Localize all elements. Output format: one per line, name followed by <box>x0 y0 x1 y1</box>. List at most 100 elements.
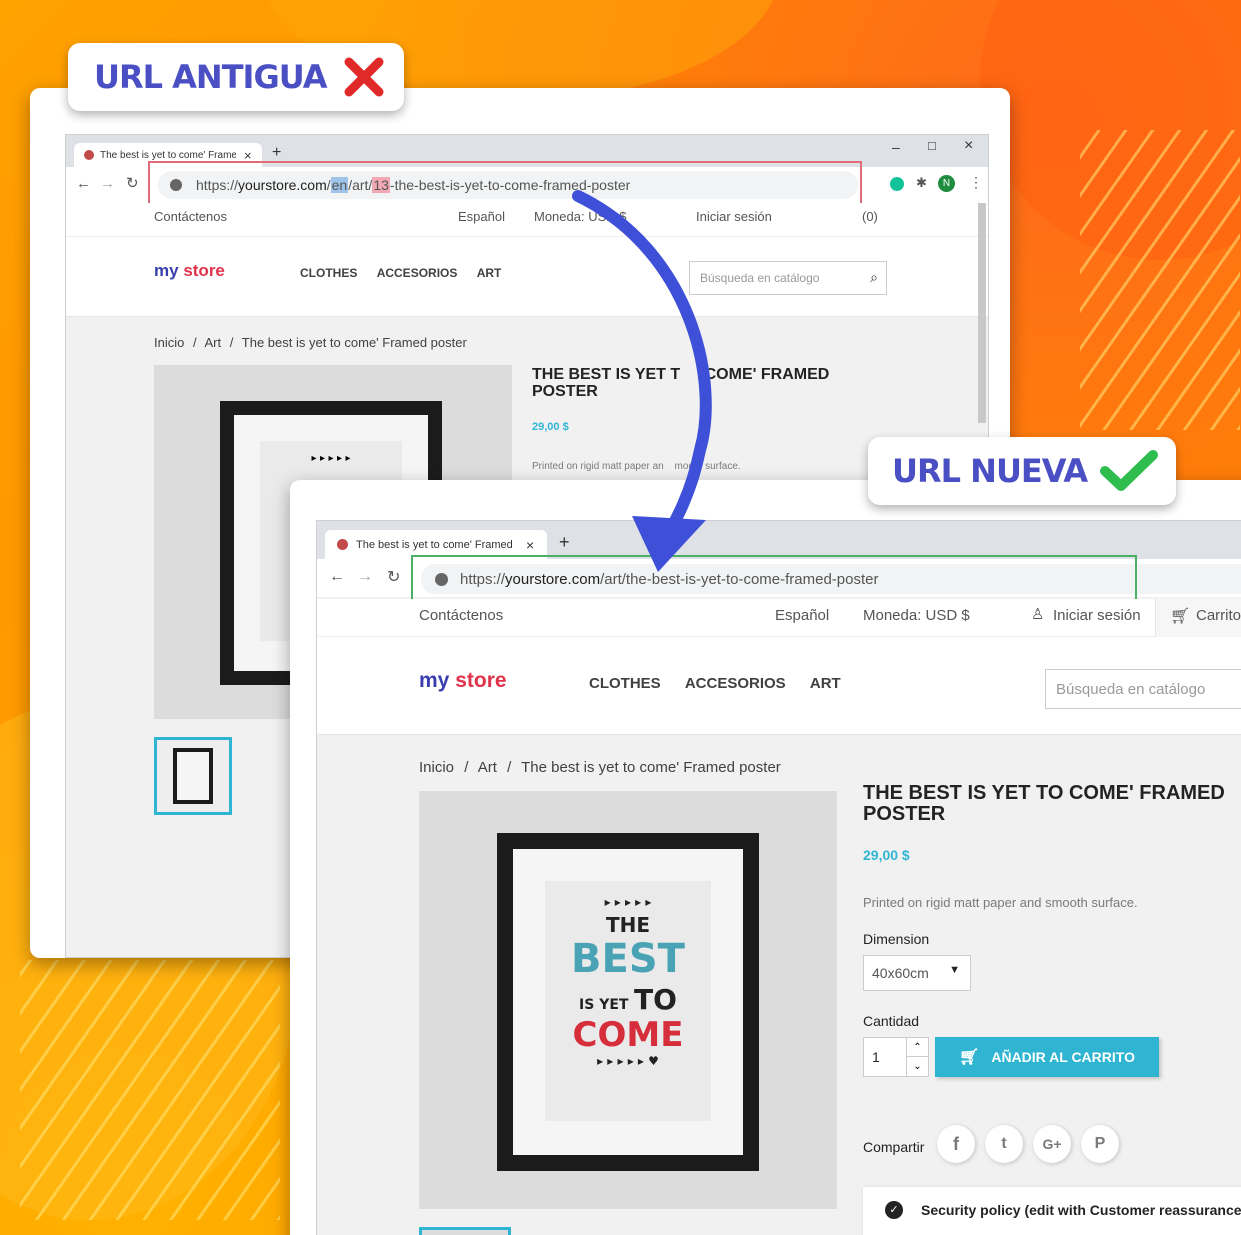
poster-isyet-to: IS YET TO <box>545 983 711 1016</box>
x-icon <box>344 57 384 97</box>
poster-art: ▸ ▸ ▸ ▸ ▸ THE BEST IS YET TO COME ▸ ▸ ▸ … <box>545 881 711 1121</box>
old-thumbnail[interactable] <box>154 737 232 815</box>
nav-art[interactable]: ART <box>810 675 841 692</box>
reload-icon[interactable]: ↻ <box>126 174 139 192</box>
cart-count[interactable]: (0) <box>862 209 878 224</box>
dimension-value: 40x60cm <box>872 965 929 981</box>
new-thumbnail[interactable] <box>419 1227 511 1235</box>
dimension-label: Dimension <box>863 931 930 947</box>
new-price: 29,00 $ <box>863 847 910 863</box>
shield-icon: ✓ <box>885 1201 903 1219</box>
signin-link[interactable]: Iniciar sesión <box>1053 607 1141 624</box>
crumb-sep: / <box>507 759 512 776</box>
old-url-label: URL ANTIGUA <box>68 43 404 111</box>
grammarly-icon <box>890 177 904 191</box>
close-window-button[interactable]: × <box>964 137 973 155</box>
crumb-product: The best is yet to come' Framed poster <box>241 335 467 350</box>
new-product-image[interactable]: ▸ ▸ ▸ ▸ ▸ THE BEST IS YET TO COME ▸ ▸ ▸ … <box>419 791 837 1209</box>
old-title-line2: POSTER <box>532 382 598 400</box>
quantity-value: 1 <box>872 1049 880 1065</box>
search-icon[interactable]: ⌕ <box>870 269 878 286</box>
add-to-cart-label: AÑADIR AL CARRITO <box>991 1049 1135 1065</box>
store-logo[interactable]: my store <box>419 669 507 693</box>
new-url-panel: The best is yet to come' Framed × + ← → … <box>290 480 1241 1235</box>
currency-select[interactable]: Moneda: USD $ <box>534 209 627 224</box>
frame-mat: ▸ ▸ ▸ ▸ ▸ THE BEST IS YET TO COME ▸ ▸ ▸ … <box>513 849 743 1155</box>
crumb-art[interactable]: Art <box>478 759 497 776</box>
language-select[interactable]: Español <box>775 607 829 624</box>
old-search-input[interactable]: Búsqueda en catálogo ⌕ <box>689 261 887 295</box>
old-desc-b: mooth surface. <box>674 461 741 472</box>
currency-select[interactable]: Moneda: USD $ <box>863 607 970 624</box>
new-store-body: Inicio / Art / The best is yet to come' … <box>317 735 1241 1235</box>
search-placeholder: Búsqueda en catálogo <box>700 271 820 285</box>
menu-icon[interactable]: ⋮ <box>969 174 983 191</box>
tab-close-icon[interactable]: × <box>526 537 534 553</box>
poster-the: THE <box>605 913 651 937</box>
old-tab-title: The best is yet to come' Framed <box>100 149 236 161</box>
quantity-down-icon[interactable]: ⌄ <box>906 1057 928 1076</box>
crumb-art[interactable]: Art <box>205 335 222 350</box>
new-url-label-text: URL NUEVA <box>892 452 1088 490</box>
check-icon <box>1100 450 1159 491</box>
signin-link[interactable]: Iniciar sesión <box>696 209 772 224</box>
old-price: 29,00 $ <box>532 421 569 433</box>
old-store-header: my store CLOTHES ACCESORIOS ART Búsqueda… <box>66 237 988 317</box>
maximize-button[interactable]: □ <box>928 138 936 153</box>
store-logo[interactable]: my store <box>154 261 225 281</box>
pinterest-icon[interactable]: P <box>1081 1125 1119 1163</box>
nav-accesorios[interactable]: ACCESORIOS <box>685 675 786 692</box>
new-tab-title: The best is yet to come' Framed <box>356 538 513 551</box>
google-plus-icon[interactable]: G+ <box>1033 1125 1071 1163</box>
new-store-header: my store CLOTHES ACCESORIOS ART Búsqueda… <box>317 637 1241 735</box>
title-line1: THE BEST IS YET TO COME' FRAMED <box>863 782 1225 804</box>
forward-icon[interactable]: → <box>100 175 115 192</box>
share-label: Compartir <box>863 1139 925 1155</box>
new-tab-button[interactable]: + <box>272 144 281 162</box>
nav-accesorios[interactable]: ACCESORIOS <box>377 266 458 280</box>
facebook-icon[interactable]: f <box>937 1125 975 1163</box>
crumb-sep: / <box>192 335 197 350</box>
nav-clothes[interactable]: CLOTHES <box>589 675 661 692</box>
back-icon[interactable]: ← <box>329 568 345 586</box>
reassurance-text: Security policy (edit with Customer reas… <box>921 1202 1241 1218</box>
cart-area[interactable]: 🛒︎ Carrito <box>1155 599 1241 637</box>
old-breadcrumb: Inicio / Art / The best is yet to come' … <box>154 335 467 350</box>
old-desc-a: Printed on rigid matt paper an <box>532 461 664 472</box>
extensions-icon[interactable]: ✱ <box>916 175 927 191</box>
cart-label: Carrito <box>1196 607 1241 624</box>
nav-clothes[interactable]: CLOTHES <box>300 266 357 280</box>
crumb-home[interactable]: Inicio <box>154 335 184 350</box>
poster-arrows-top: ▸ ▸ ▸ ▸ ▸ <box>604 895 652 909</box>
quantity-stepper[interactable]: 1 ⌃ ⌄ <box>863 1037 929 1077</box>
thumb-mat <box>177 752 209 800</box>
profile-avatar[interactable]: N <box>938 175 955 192</box>
new-product-title: THE BEST IS YET TO COME' FRAMED POSTER <box>863 783 1225 825</box>
logo-my: my <box>154 261 179 280</box>
user-icon: ♙ <box>1031 606 1045 623</box>
quantity-label: Cantidad <box>863 1013 920 1029</box>
cart-icon: 🛒︎ <box>1170 608 1191 625</box>
contact-link[interactable]: Contáctenos <box>154 209 227 224</box>
old-main-nav: CLOTHES ACCESORIOS ART <box>300 266 501 280</box>
logo-store: store <box>183 261 225 280</box>
minimize-button[interactable]: – <box>892 139 900 155</box>
crumb-home[interactable]: Inicio <box>419 759 454 776</box>
forward-icon[interactable]: → <box>357 568 373 586</box>
old-scrollbar[interactable] <box>978 203 986 423</box>
crumb-sep: / <box>229 335 234 350</box>
back-icon[interactable]: ← <box>76 175 91 192</box>
quantity-up-icon[interactable]: ⌃ <box>906 1038 928 1057</box>
crumb-product: The best is yet to come' Framed poster <box>521 759 781 776</box>
dimension-select[interactable]: 40x60cm ▼ <box>863 955 971 991</box>
new-tab-button[interactable]: + <box>559 532 570 553</box>
language-select[interactable]: Español <box>458 209 505 224</box>
old-description: Printed on rigid matt paper an mooth sur… <box>532 461 741 472</box>
contact-link[interactable]: Contáctenos <box>419 607 503 624</box>
twitter-icon[interactable]: t <box>985 1125 1023 1163</box>
nav-art[interactable]: ART <box>477 266 502 280</box>
old-store-topbar: Contáctenos Español Moneda: USD $ Inicia… <box>66 203 988 237</box>
reload-icon[interactable]: ↻ <box>387 567 400 587</box>
add-to-cart-button[interactable]: 🛒︎ AÑADIR AL CARRITO <box>935 1037 1159 1077</box>
new-search-input[interactable]: Búsqueda en catálogo <box>1045 669 1241 709</box>
